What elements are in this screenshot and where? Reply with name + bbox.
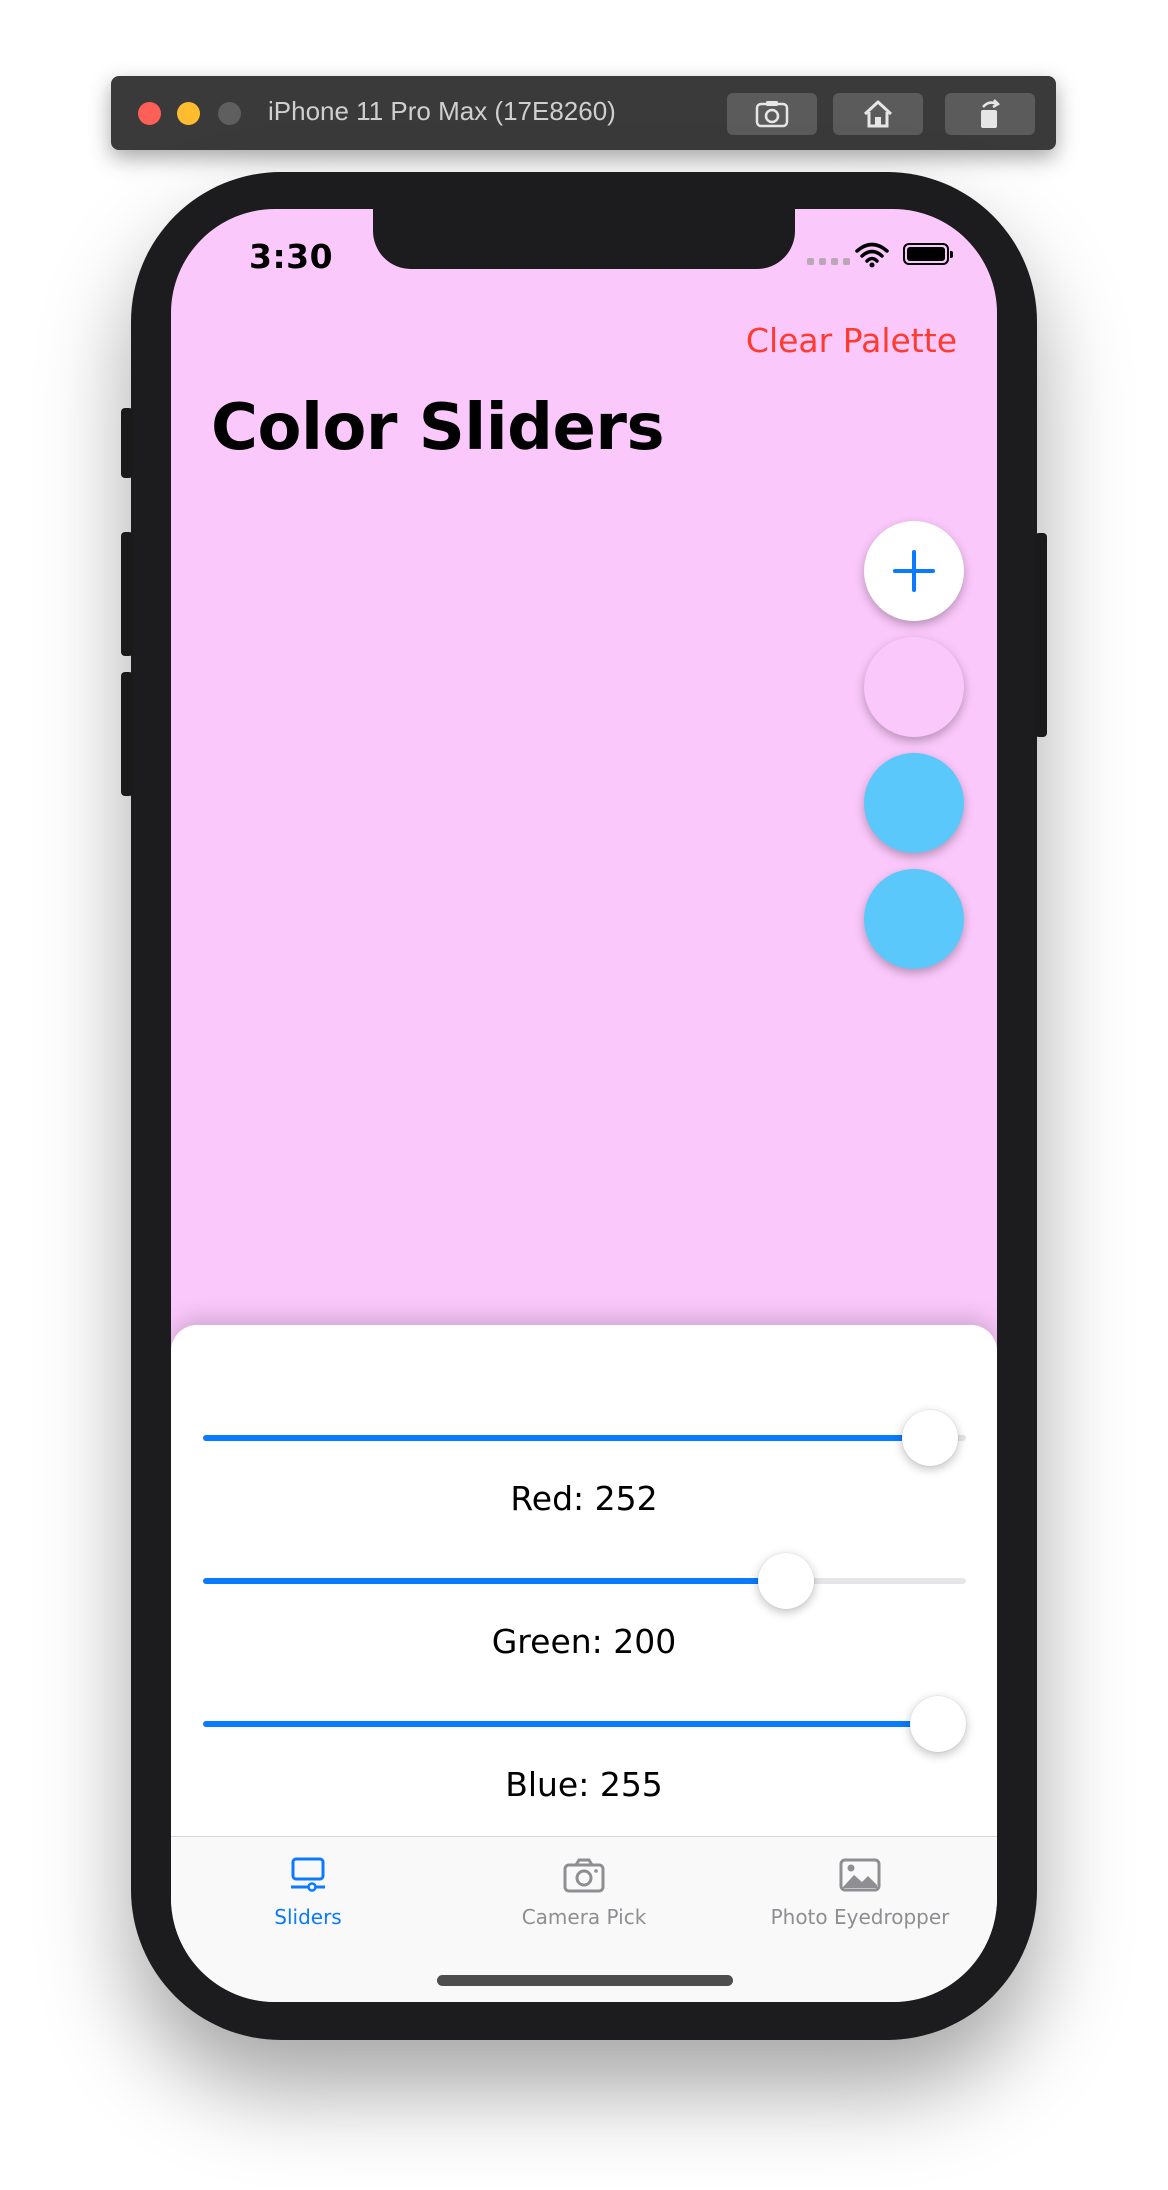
battery-icon [903, 243, 953, 265]
home-indicator [437, 1975, 733, 1986]
wifi-icon [855, 242, 889, 268]
window-close-button[interactable] [138, 102, 161, 125]
green-slider-thumb[interactable] [757, 1553, 814, 1609]
volume-down-button [121, 672, 133, 796]
simulator-title: iPhone 11 Pro Max (17E8260) [268, 96, 616, 126]
simulator-toolbar: iPhone 11 Pro Max (17E8260) [111, 76, 1056, 150]
plus-icon [893, 550, 935, 592]
add-color-button[interactable] [864, 521, 964, 621]
rotate-button[interactable] [945, 93, 1035, 135]
window-zoom-button[interactable] [218, 102, 241, 125]
sliders-icon [291, 1857, 325, 1892]
tab-sliders-label: Sliders [274, 1905, 342, 1929]
volume-up-button [121, 532, 133, 656]
red-value-label: Red: 252 [510, 1479, 658, 1518]
home-button[interactable] [833, 93, 923, 135]
status-time: 3:30 [249, 237, 334, 276]
notch [373, 209, 795, 269]
page-title: Color Sliders [211, 391, 665, 465]
rotate-icon [981, 99, 1001, 128]
screenshot-button[interactable] [727, 93, 817, 135]
tab-camera-pick[interactable]: Camera Pick [464, 1855, 704, 1929]
photo-icon [839, 1858, 881, 1892]
palette-swatch[interactable] [864, 869, 964, 969]
blue-slider-thumb[interactable] [910, 1696, 966, 1752]
green-value-label: Green: 200 [491, 1622, 677, 1661]
tab-camera-pick-label: Camera Pick [521, 1905, 647, 1929]
blue-slider[interactable] [203, 1696, 966, 1752]
palette-swatch[interactable] [864, 753, 964, 853]
green-slider[interactable] [203, 1553, 966, 1609]
cellular-signal-icon [807, 258, 850, 265]
camera-icon [563, 1858, 605, 1893]
window-minimize-button[interactable] [177, 102, 200, 125]
slider-panel: Red: 252 Green: 200 Blue: 255 [171, 1325, 997, 1836]
tab-photo-eyedropper-label: Photo Eyedropper [770, 1905, 950, 1929]
mute-switch [121, 408, 133, 478]
tab-photo-eyedropper[interactable]: Photo Eyedropper [740, 1855, 980, 1929]
power-button [1035, 533, 1047, 737]
tab-sliders[interactable]: Sliders [188, 1855, 428, 1929]
device-screen: 3:30 Clear Palette Color Sliders Red: 25… [171, 209, 997, 2002]
red-slider-thumb[interactable] [901, 1410, 958, 1466]
home-icon [863, 100, 893, 128]
palette-swatch[interactable] [864, 637, 964, 737]
clear-palette-button[interactable]: Clear Palette [746, 321, 957, 360]
screenshot-icon [755, 101, 789, 128]
blue-value-label: Blue: 255 [505, 1765, 663, 1804]
red-slider[interactable] [203, 1410, 966, 1466]
